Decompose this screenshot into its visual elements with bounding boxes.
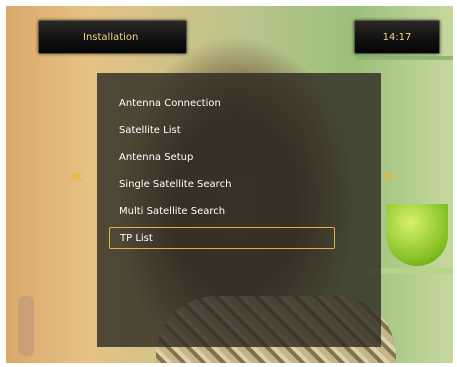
page-title: Installation [38, 20, 187, 54]
menu-item-antenna-connection[interactable]: Antenna Connection [117, 93, 341, 115]
menu-item-multi-satellite-search[interactable]: Multi Satellite Search [117, 201, 341, 223]
chevron-double-left-icon[interactable]: « [70, 164, 83, 190]
background-shelf [356, 56, 453, 60]
menu-item-tp-list[interactable]: TP List [109, 227, 335, 249]
tv-screen: Installation 14:17 « » Antenna Connectio… [6, 6, 453, 363]
background-bottle [18, 296, 34, 356]
menu-item-satellite-list[interactable]: Satellite List [117, 120, 341, 142]
installation-menu: Antenna Connection Satellite List Antenn… [97, 73, 381, 347]
background-bowl [386, 204, 448, 266]
clock: 14:17 [354, 20, 440, 54]
menu-item-antenna-setup[interactable]: Antenna Setup [117, 147, 341, 169]
menu-item-single-satellite-search[interactable]: Single Satellite Search [117, 174, 341, 196]
chevron-double-right-icon[interactable]: » [382, 164, 395, 190]
